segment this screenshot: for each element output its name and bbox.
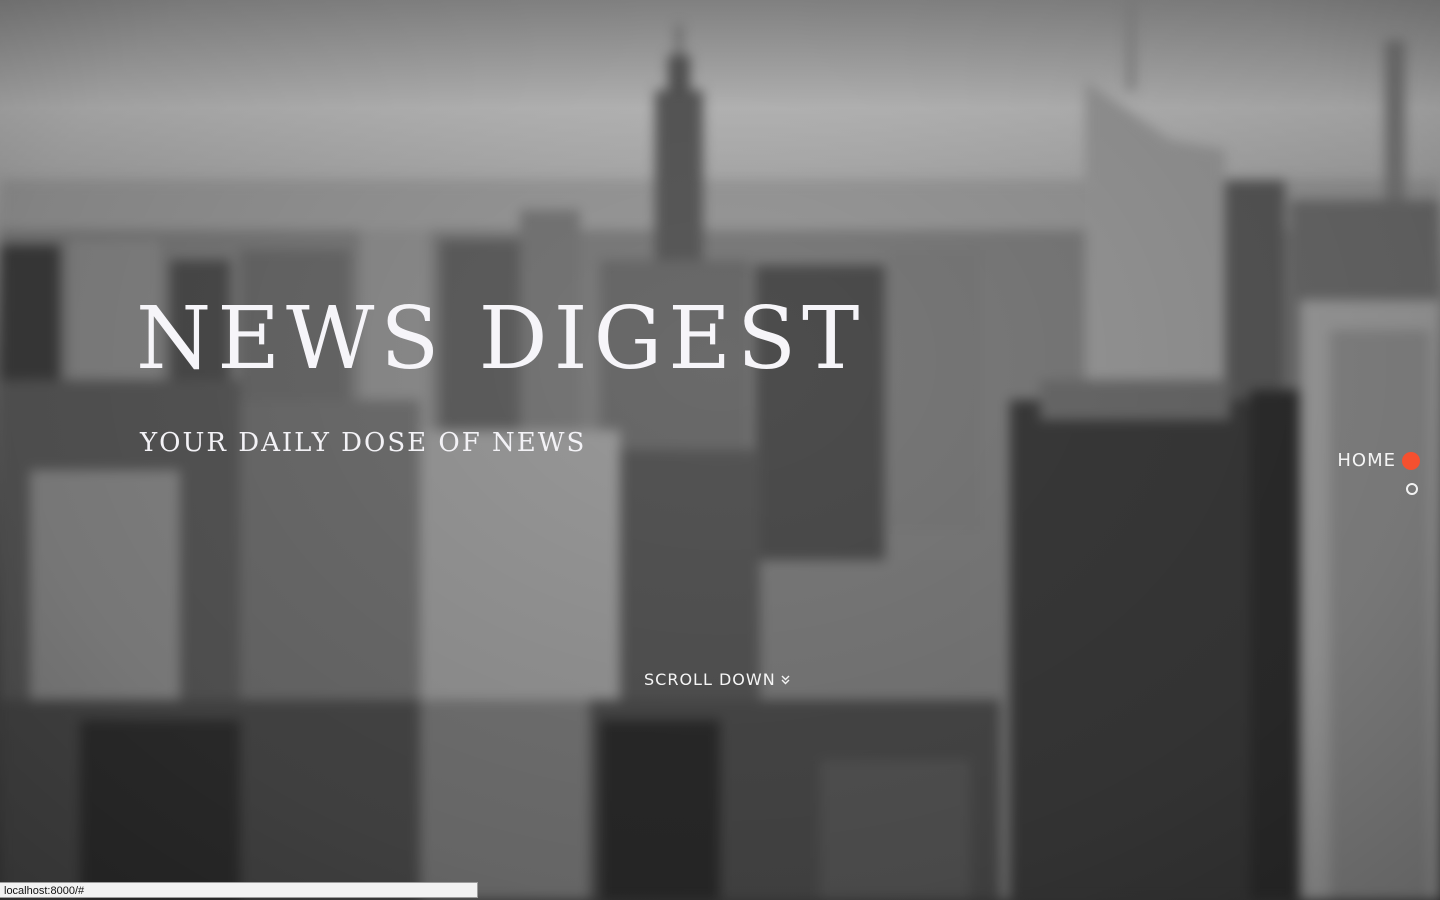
section-dot-navigation: HOME <box>1337 450 1420 495</box>
site-title: NEWS DIGEST <box>136 289 866 389</box>
hero-section: NEWS DIGEST YOUR DAILY DOSE OF NEWS SCRO… <box>0 0 1440 900</box>
nav-item-home[interactable]: HOME <box>1337 450 1420 471</box>
active-dot-icon[interactable] <box>1402 451 1420 470</box>
scroll-down-label: SCROLL DOWN <box>644 670 776 689</box>
site-tagline: YOUR DAILY DOSE OF NEWS <box>140 428 587 458</box>
inactive-dot-icon[interactable] <box>1406 483 1418 495</box>
browser-status-url: localhost:8000/# <box>0 882 478 898</box>
nav-item-section-2[interactable] <box>1406 483 1420 495</box>
double-chevron-down-icon <box>781 675 790 687</box>
nav-item-home-label: HOME <box>1337 450 1396 471</box>
scroll-down-link[interactable]: SCROLL DOWN <box>644 670 790 689</box>
